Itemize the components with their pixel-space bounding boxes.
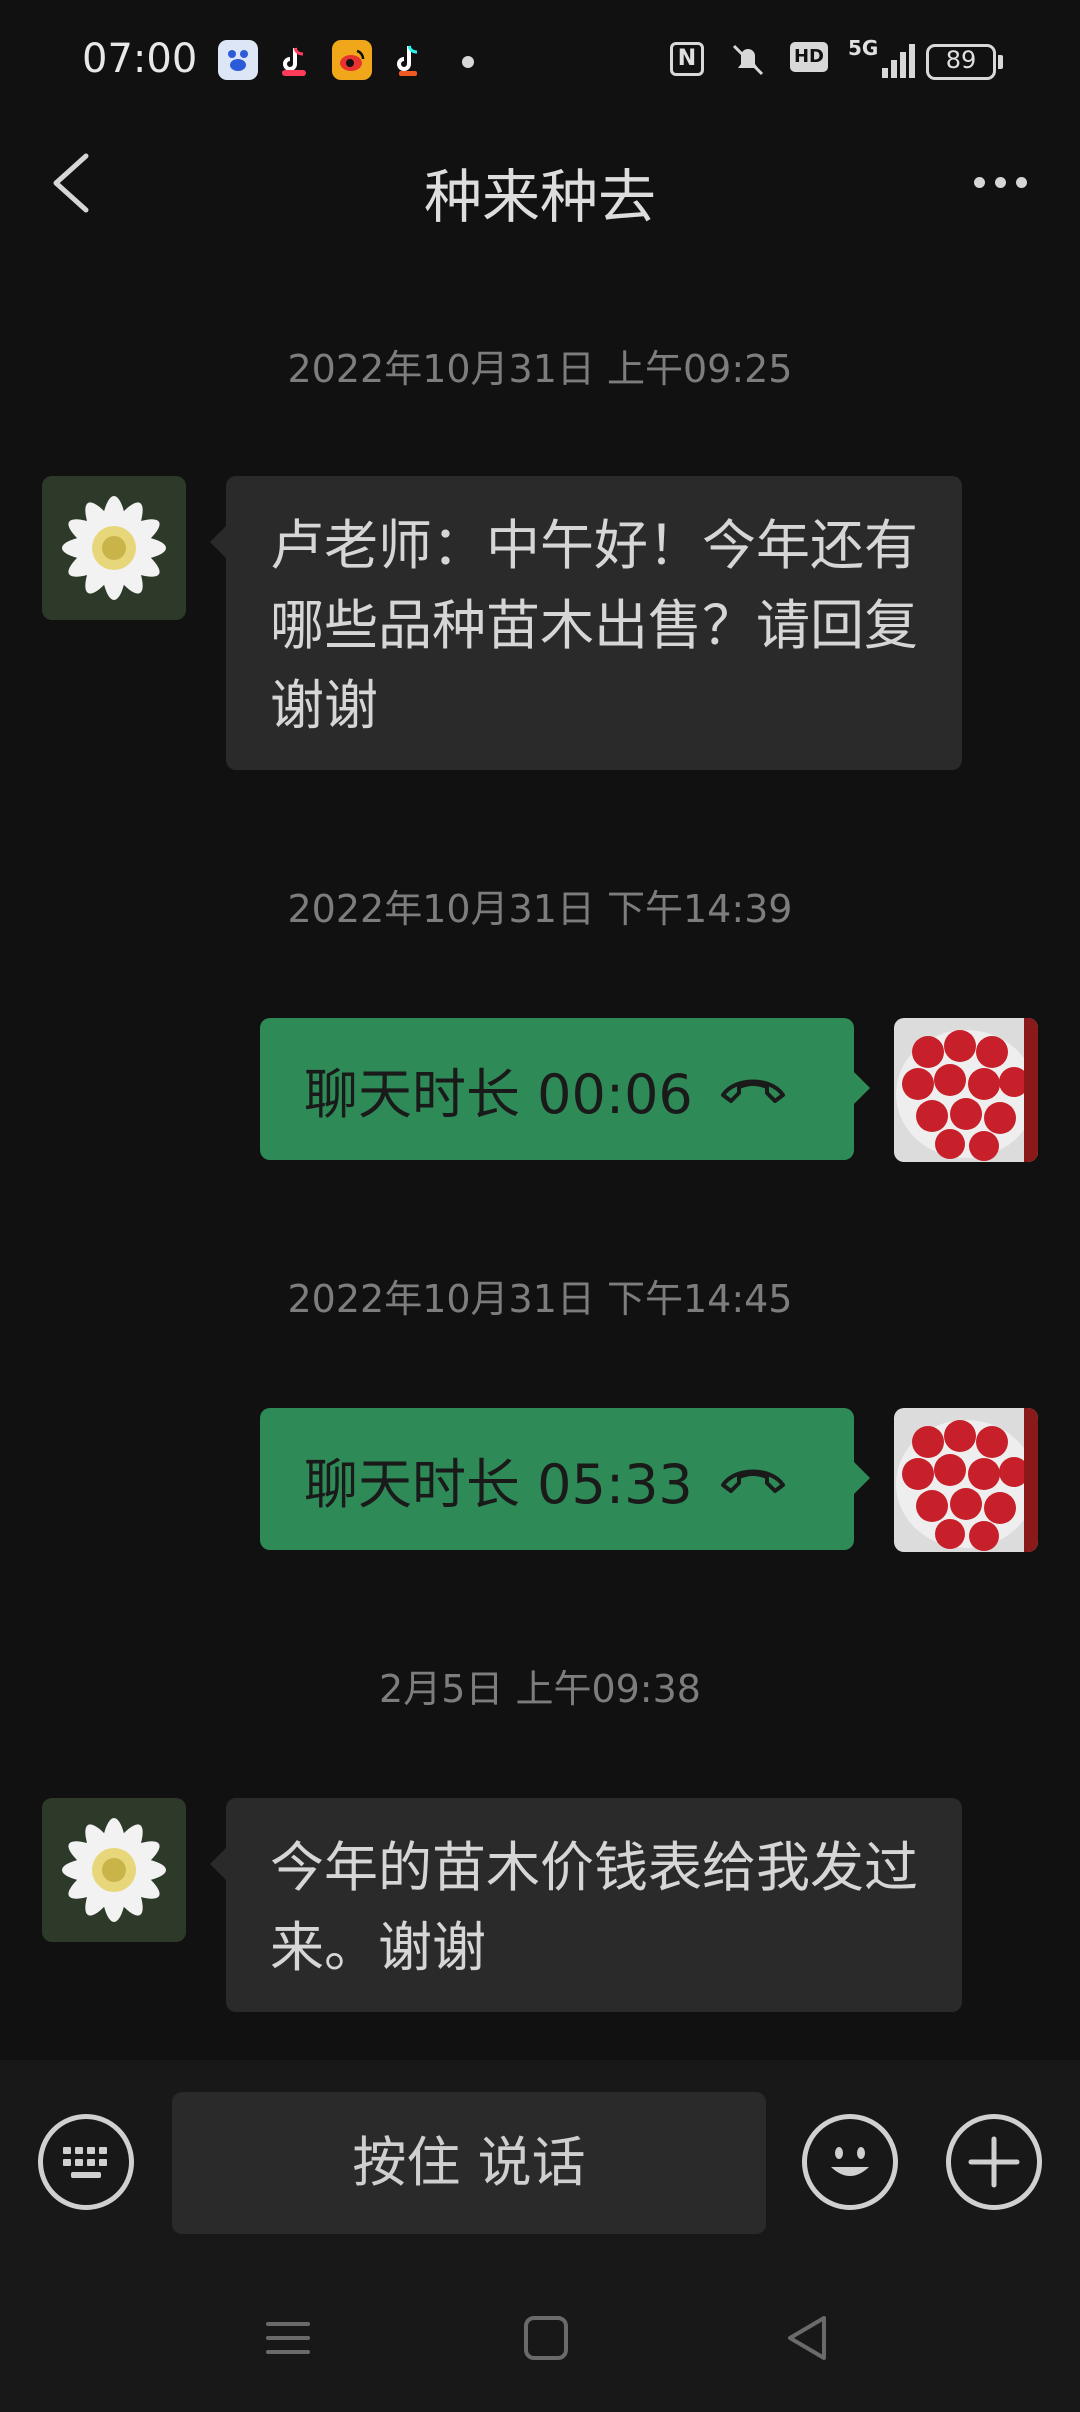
tiktok-lite-icon xyxy=(274,40,314,80)
battery-icon: 89 xyxy=(926,44,1003,80)
call-duration-label: 聊天时长 00:06 xyxy=(304,1062,693,1126)
hold-to-talk-button[interactable]: 按住 说话 xyxy=(172,2092,766,2234)
message-timestamp: 2月5日 上午09:38 xyxy=(379,1667,701,1711)
message-timestamp: 2022年10月31日 下午14:45 xyxy=(287,1277,793,1321)
more-functions-button[interactable] xyxy=(946,2114,1042,2210)
more-dots-icon xyxy=(973,176,985,188)
phone-hangup-icon xyxy=(720,1469,785,1493)
chat-header: 种来种去 xyxy=(0,124,1080,240)
home-button[interactable] xyxy=(516,2308,576,2368)
flower-avatar-icon xyxy=(42,1798,186,1942)
baidu-icon xyxy=(218,40,258,80)
recent-apps-button[interactable] xyxy=(258,2308,318,2368)
mute-vibrate-icon xyxy=(728,42,768,85)
my-avatar[interactable] xyxy=(894,1018,1038,1162)
contact-avatar[interactable] xyxy=(42,476,186,620)
battery-level: 89 xyxy=(945,46,977,74)
incoming-message-bubble[interactable]: 今年的苗木价钱表给我发过来。谢谢 xyxy=(210,1798,962,2012)
tomatoes-avatar-icon xyxy=(894,1408,1038,1552)
menu-icon xyxy=(266,2322,310,2354)
hd-icon: HD xyxy=(790,42,828,72)
keyboard-icon xyxy=(63,2147,107,2178)
nfc-icon: N xyxy=(670,42,704,76)
phone-hangup-icon xyxy=(720,1079,785,1103)
notification-dot-icon xyxy=(462,56,474,68)
status-time: 07:00 xyxy=(82,36,198,82)
voice-call-record-bubble[interactable]: 聊天时长 05:33 xyxy=(260,1408,870,1550)
plus-icon xyxy=(968,2136,1020,2188)
message-timestamp: 2022年10月31日 上午09:25 xyxy=(287,347,793,391)
signal-icon xyxy=(882,44,916,78)
more-dots-icon xyxy=(1015,176,1027,188)
more-dots-icon xyxy=(994,176,1006,188)
network-5g-label: 5G xyxy=(848,36,879,60)
message-timestamp: 2022年10月31日 下午14:39 xyxy=(287,887,793,931)
call-duration-label: 聊天时长 05:33 xyxy=(304,1452,693,1516)
weibo-icon xyxy=(332,40,372,80)
system-navigation-bar xyxy=(0,2260,1080,2412)
chat-input-bar: 按住 说话 xyxy=(0,2060,1080,2260)
more-options-button[interactable] xyxy=(960,152,1040,212)
emoji-button[interactable] xyxy=(802,2114,898,2210)
system-back-button[interactable] xyxy=(776,2308,836,2368)
page-title: 种来种去 xyxy=(423,163,656,231)
status-bar: 07:00 N HD 5G 89 xyxy=(0,0,1080,124)
flower-avatar-icon xyxy=(42,476,186,620)
keyboard-toggle-button[interactable] xyxy=(38,2114,134,2210)
tiktok-icon xyxy=(388,40,428,80)
smiley-icon xyxy=(831,2147,869,2176)
message-list[interactable]: 2022年10月31日 上午09:25 卢老师：中午好！今年还有哪些品种苗木出售… xyxy=(0,240,1080,2060)
contact-avatar[interactable] xyxy=(42,1798,186,1942)
tomatoes-avatar-icon xyxy=(894,1018,1038,1162)
triangle-back-icon xyxy=(788,2316,826,2360)
voice-call-record-bubble[interactable]: 聊天时长 00:06 xyxy=(260,1018,870,1160)
square-icon xyxy=(524,2316,568,2360)
incoming-message-bubble[interactable]: 卢老师：中午好！今年还有哪些品种苗木出售？请回复谢谢 xyxy=(210,476,962,770)
my-avatar[interactable] xyxy=(894,1408,1038,1552)
